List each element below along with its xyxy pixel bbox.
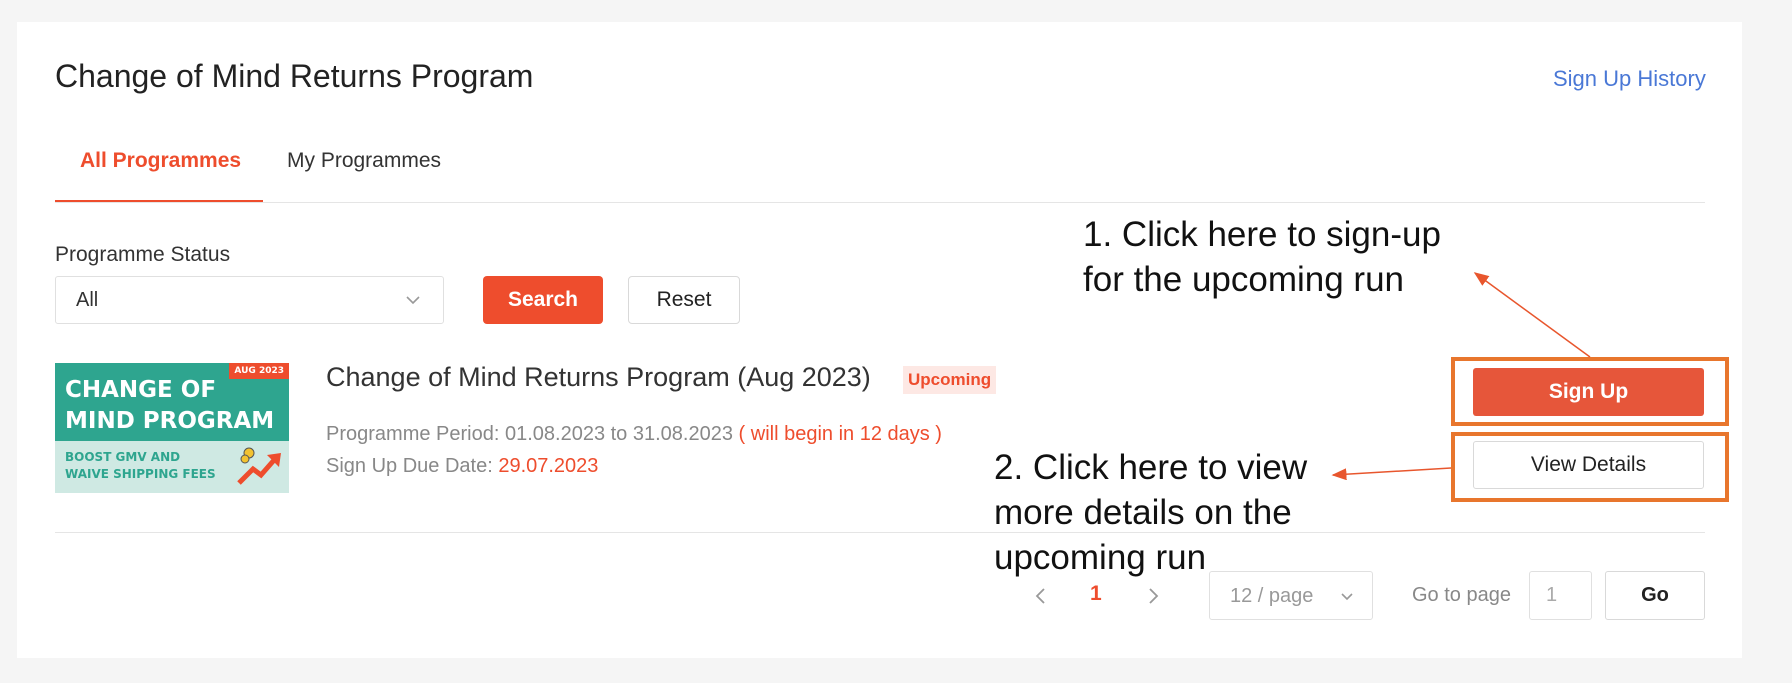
banner-title: CHANGE OF MIND PROGRAM (65, 377, 275, 434)
status-badge: Upcoming (903, 366, 997, 394)
page-title: Change of Mind Returns Program (55, 58, 534, 94)
chevron-down-icon (1341, 593, 1353, 601)
banner-lower-band: BOOST GMV AND WAIVE SHIPPING FEES (55, 441, 289, 493)
banner-date-badge: AUG 2023 (229, 363, 289, 379)
reset-button[interactable]: Reset (628, 276, 740, 324)
view-details-annotation: 2. Click here to view more details on th… (994, 448, 1308, 577)
go-to-page-input[interactable] (1529, 571, 1592, 620)
program-banner-image: CHANGE OF MIND PROGRAM AUG 2023 BOOST GM… (55, 363, 289, 493)
programme-period-note: ( will begin in 12 days ) (738, 423, 942, 445)
page-size-select[interactable]: 12 / page (1209, 571, 1373, 620)
tabs-divider (55, 202, 1705, 203)
chevron-down-icon (406, 296, 420, 305)
search-button[interactable]: Search (483, 276, 603, 324)
program-title: Change of Mind Returns Program (Aug 2023… (326, 362, 871, 392)
sign-up-due-value: 29.07.2023 (498, 455, 599, 477)
banner-subtitle: BOOST GMV AND WAIVE SHIPPING FEES (65, 450, 216, 481)
go-button[interactable]: Go (1605, 571, 1705, 620)
programme-period-label: Programme Period: (326, 423, 505, 445)
sign-up-due-date: Sign Up Due Date: 29.07.2023 (326, 455, 598, 478)
trend-up-icon (237, 447, 281, 485)
tab-all-programmes[interactable]: All Programmes (80, 149, 241, 173)
go-to-page-label: Go to page (1412, 584, 1511, 606)
programme-period-value: 01.08.2023 to 31.08.2023 (504, 423, 733, 445)
sign-up-highlight-box (1451, 357, 1729, 426)
list-divider (55, 532, 1705, 533)
programme-status-select[interactable]: All (55, 276, 444, 324)
programme-period: Programme Period: 01.08.2023 to 31.08.20… (326, 423, 942, 446)
view-details-highlight-box (1451, 432, 1729, 502)
programme-status-value: All (76, 289, 99, 311)
tab-my-programmes[interactable]: My Programmes (287, 149, 441, 173)
program-card (17, 22, 1742, 658)
programme-status-label: Programme Status (55, 243, 231, 266)
sign-up-annotation: 1. Click here to sign-up for the upcomin… (1083, 215, 1441, 299)
chevron-right-icon[interactable] (1144, 584, 1162, 608)
sign-up-history-link[interactable]: Sign Up History (1553, 66, 1706, 92)
chevron-left-icon[interactable] (1032, 584, 1050, 608)
pagination-current-page[interactable]: 1 (1090, 582, 1102, 606)
sign-up-due-label: Sign Up Due Date: (326, 455, 499, 477)
page-size-value: 12 / page (1230, 585, 1314, 607)
